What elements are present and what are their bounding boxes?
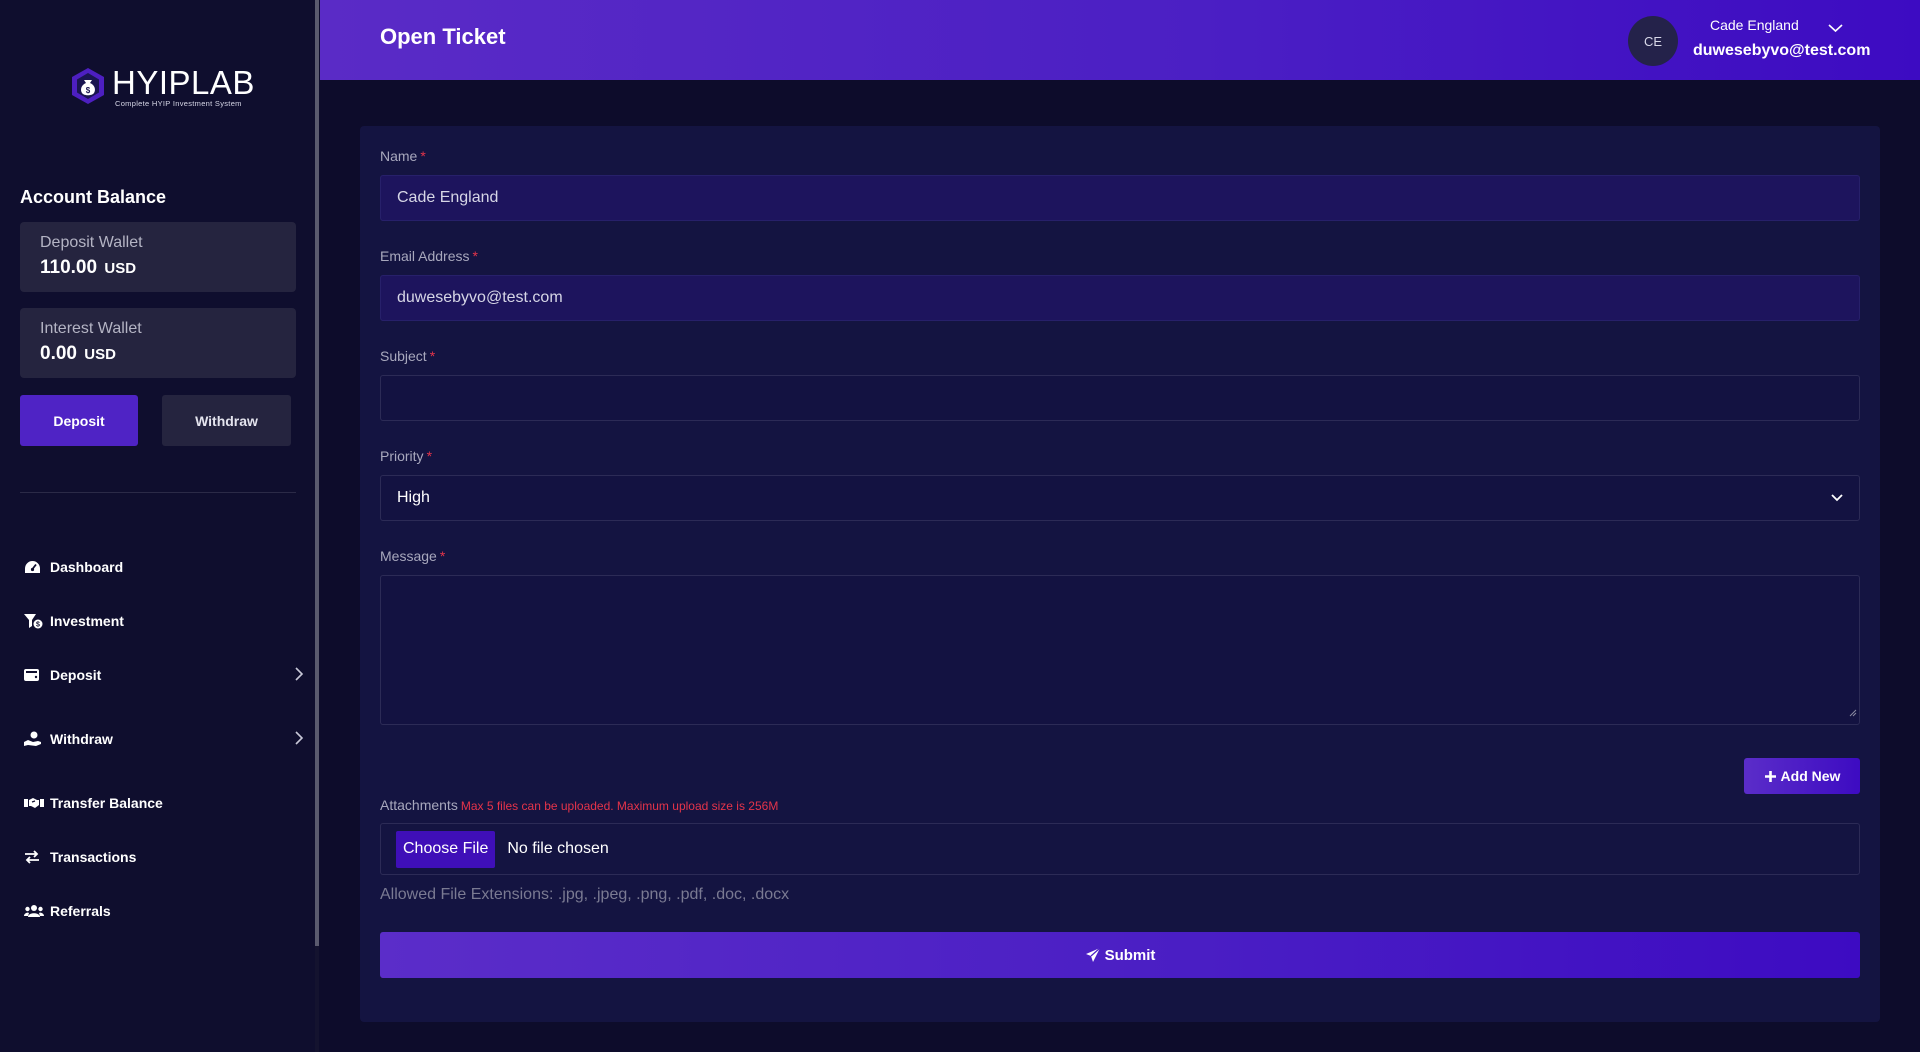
sidebar-item-referrals[interactable]: Referrals (24, 897, 304, 925)
wallet-label: Interest Wallet (40, 320, 142, 337)
choose-file-button[interactable]: Choose File (396, 830, 496, 868)
sidebar-item-label: Withdraw (50, 731, 113, 747)
attachments-label-text: Attachments (380, 797, 458, 813)
resize-handle-icon[interactable] (1849, 704, 1857, 722)
hand-money-icon (24, 731, 44, 747)
wallet-amount-value: 0.00 (40, 343, 77, 364)
user-email: duwesebyvo@test.com (1693, 42, 1871, 59)
required-mark: * (426, 448, 433, 464)
wallet-currency: USD (84, 346, 116, 363)
withdraw-button[interactable]: Withdraw (162, 395, 291, 446)
wallet-icon (24, 667, 44, 683)
sidebar-scrollbar-thumb[interactable] (315, 0, 319, 946)
sidebar: $ HYIP LAB Complete HYIP Investment Syste… (0, 0, 316, 1052)
message-label-text: Message (380, 548, 437, 564)
users-icon (24, 903, 44, 919)
file-input[interactable]: Choose File No file chosen (380, 823, 1860, 875)
sidebar-divider (20, 492, 296, 493)
brand-name: HYIP LAB (112, 66, 255, 99)
sidebar-scrollbar-track (315, 946, 319, 1052)
required-mark: * (420, 148, 426, 164)
chevron-down-icon (1831, 489, 1843, 507)
user-name[interactable]: Cade England (1710, 17, 1799, 33)
sidebar-item-deposit[interactable]: Deposit (24, 661, 304, 689)
allowed-extensions-text: Allowed File Extensions: .jpg, .jpeg, .p… (380, 886, 790, 903)
sidebar-item-label: Investment (50, 613, 124, 629)
required-mark: * (472, 248, 478, 264)
chevron-down-icon[interactable] (1828, 20, 1843, 38)
chevron-right-icon (294, 731, 304, 748)
submit-label: Submit (1104, 946, 1156, 964)
interest-wallet-card: Interest Wallet 0.00 USD (20, 308, 296, 378)
wallet-label: Deposit Wallet (40, 234, 143, 251)
top-header: Open Ticket CE Cade England duwesebyvo@t… (320, 0, 1920, 80)
subject-label: Subject * (380, 348, 435, 364)
sidebar-item-investment[interactable]: $ Investment (24, 607, 304, 635)
attachments-label: Attachments Max 5 files can be uploaded. … (380, 797, 778, 813)
exchange-icon (24, 849, 44, 865)
priority-selected-value: High (397, 489, 430, 506)
email-label-text: Email Address (380, 248, 470, 264)
plus-icon (1764, 770, 1776, 782)
sidebar-item-label: Dashboard (50, 559, 124, 575)
name-label-text: Name (380, 148, 418, 164)
message-textarea[interactable] (380, 575, 1860, 725)
priority-label-text: Priority (380, 448, 424, 464)
priority-select[interactable]: High (380, 475, 1860, 521)
wallet-amount-value: 110.00 (40, 257, 98, 278)
no-file-text: No file chosen (507, 840, 609, 857)
email-field[interactable]: duwesebyvo@test.com (380, 275, 1860, 321)
name-field[interactable]: Cade England (380, 175, 1860, 221)
wallet-currency: USD (104, 260, 137, 277)
submit-button[interactable]: Submit (380, 932, 1860, 978)
chevron-right-icon (294, 667, 304, 684)
subject-label-text: Subject (380, 348, 427, 364)
subject-input[interactable] (380, 375, 1860, 421)
money-bag-icon: $ (68, 66, 108, 106)
deposit-button[interactable]: Deposit (20, 395, 138, 446)
sidebar-item-label: Transactions (50, 849, 137, 865)
open-ticket-form: Name * Cade England Email Address * duwese… (360, 126, 1880, 1022)
sidebar-item-withdraw[interactable]: Withdraw (24, 725, 304, 753)
svg-text:$: $ (86, 86, 91, 95)
priority-label: Priority * (380, 448, 432, 464)
sidebar-item-label: Deposit (50, 667, 102, 683)
brand-name-part1: HYIP (112, 64, 192, 101)
sidebar-item-transfer-balance[interactable]: Transfer Balance (24, 789, 304, 817)
required-mark: * (439, 548, 446, 564)
attachments-note: Max 5 files can be uploaded. Maximum upl… (460, 799, 779, 813)
brand-logo[interactable]: $ HYIP LAB Complete HYIP Investment Syste… (68, 66, 255, 108)
email-label: Email Address * (380, 248, 478, 264)
sidebar-item-transactions[interactable]: Transactions (24, 843, 304, 871)
deposit-wallet-card: Deposit Wallet 110.00 USD (20, 222, 296, 292)
paper-plane-icon (1085, 947, 1100, 962)
add-new-label: Add New (1780, 768, 1841, 784)
sidebar-item-label: Transfer Balance (50, 795, 163, 811)
sidebar-item-label: Referrals (50, 903, 111, 919)
message-label: Message * (380, 548, 445, 564)
name-label: Name * (380, 148, 426, 164)
svg-text:$: $ (36, 622, 40, 629)
handshake-icon (24, 795, 44, 811)
wallet-amount: 0.00 USD (40, 343, 276, 365)
add-new-attachment-button[interactable]: Add New (1744, 758, 1860, 794)
brand-tagline: Complete HYIP Investment System (115, 99, 242, 108)
account-balance-title: Account Balance (20, 187, 167, 207)
brand-name-part2: LAB (191, 64, 255, 101)
required-mark: * (429, 348, 436, 364)
sidebar-item-dashboard[interactable]: Dashboard (24, 553, 304, 581)
gauge-icon (24, 559, 44, 575)
avatar[interactable]: CE (1628, 16, 1678, 66)
funnel-dollar-icon: $ (24, 613, 44, 629)
page-title: Open Ticket (380, 24, 506, 49)
wallet-amount: 110.00 USD (40, 257, 276, 279)
